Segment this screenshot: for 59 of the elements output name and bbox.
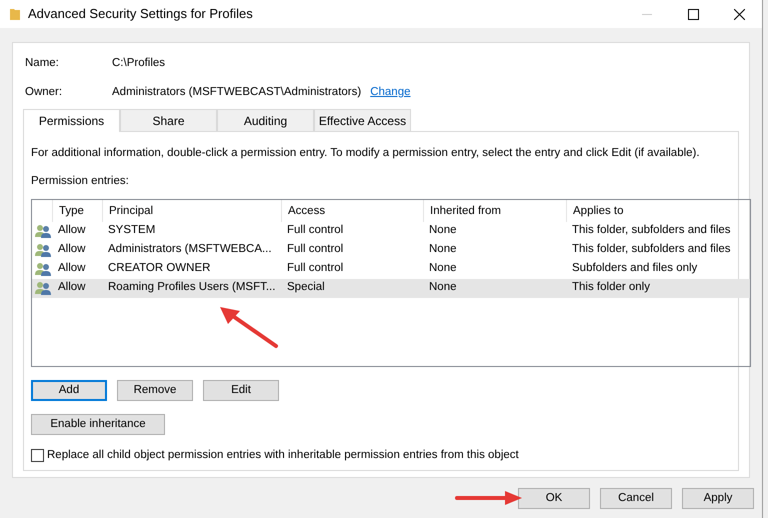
- section-label: Permission entries:: [31, 174, 129, 190]
- users-icon: [35, 262, 51, 276]
- table-cell-text: Full control: [286, 243, 344, 256]
- column-header[interactable]: Applies to: [573, 204, 624, 216]
- table-cell-text: Administrators (MSFTWEBCA...: [107, 243, 272, 256]
- table-cell-text: Special: [286, 281, 325, 294]
- table-cell-text: Full control: [286, 224, 344, 236]
- tab[interactable]: Permissions: [23, 109, 120, 132]
- users-icon: [35, 281, 51, 295]
- permission-row[interactable]: Allow CREATOR OWNER Full control None Subfolders and files only: [32, 260, 750, 278]
- close-icon[interactable]: [734, 8, 744, 20]
- dialog-button[interactable]: Apply: [682, 488, 754, 509]
- permission-row[interactable]: Allow SYSTEM Full control None This folder, subfolders and files: [32, 222, 750, 240]
- table-cell-text: Allow: [57, 281, 86, 294]
- column-header[interactable]: Type: [59, 204, 84, 216]
- annotation-arrow: [218, 306, 280, 350]
- table-cell-text: None: [428, 224, 456, 236]
- field-value: Administrators (MSFTWEBCAST\Administrators): [112, 84, 362, 100]
- info-text: For additional information, double-click a permission entry. To modify a permission entry, select the entry and click Edit (if available).: [31, 146, 700, 161]
- action-button[interactable]: Remove: [117, 380, 193, 400]
- table-cell-text: Subfolders and files only: [571, 262, 698, 274]
- checkbox-label: Replace all child object permission entries with inheritable permission entries from this object: [47, 448, 519, 462]
- window-title: Advanced Security Settings for Profiles: [28, 5, 253, 24]
- change-link[interactable]: Change: [370, 84, 410, 102]
- column-header[interactable]: Access: [288, 204, 326, 216]
- table-cell-text: This folder only: [571, 281, 650, 294]
- tab[interactable]: Auditing: [217, 109, 314, 131]
- table-cell-text: This folder, subfolders and files: [571, 224, 731, 236]
- dialog-button[interactable]: Cancel: [600, 488, 672, 509]
- enable-inheritance-button[interactable]: Enable inheritance: [31, 414, 165, 434]
- field-label: Owner:: [25, 84, 64, 100]
- table-cell-text: None: [428, 281, 456, 294]
- replace-checkbox[interactable]: [31, 448, 44, 462]
- field-value: C:\Profiles: [112, 56, 166, 71]
- folder-icon: [10, 8, 20, 20]
- annotation-arrow: [455, 490, 523, 506]
- table-cell-text: SYSTEM: [107, 224, 156, 236]
- table-cell-text: None: [428, 262, 456, 274]
- permission-row[interactable]: Allow Roaming Profiles Users (MSFT... Special None This folder only: [32, 278, 750, 298]
- table-cell-text: This folder, subfolders and files: [571, 243, 731, 256]
- column-header[interactable]: Principal: [109, 204, 154, 216]
- permission-row[interactable]: Allow Administrators (MSFTWEBCA... Full control None This folder, subfolders and files: [32, 240, 750, 260]
- action-button[interactable]: Edit: [203, 380, 279, 400]
- users-icon: [35, 243, 51, 257]
- maximize-icon[interactable]: [688, 8, 698, 20]
- table-cell-text: CREATOR OWNER: [107, 262, 210, 274]
- tab[interactable]: Effective Access: [314, 109, 411, 131]
- table-cell-text: None: [428, 243, 456, 256]
- table-cell-text: Allow: [57, 262, 86, 274]
- table-cell-text: Full control: [286, 262, 344, 274]
- field-label: Name:: [25, 56, 60, 71]
- table-cell-text: Roaming Profiles Users (MSFT...: [107, 281, 276, 294]
- users-icon: [35, 224, 51, 238]
- tab[interactable]: Share: [120, 109, 217, 131]
- column-header[interactable]: Inherited from: [430, 204, 501, 216]
- table-cell-text: Allow: [57, 243, 86, 256]
- table-cell-text: Allow: [57, 224, 86, 236]
- dialog-button[interactable]: OK: [518, 488, 590, 509]
- action-button[interactable]: Add: [31, 380, 107, 400]
